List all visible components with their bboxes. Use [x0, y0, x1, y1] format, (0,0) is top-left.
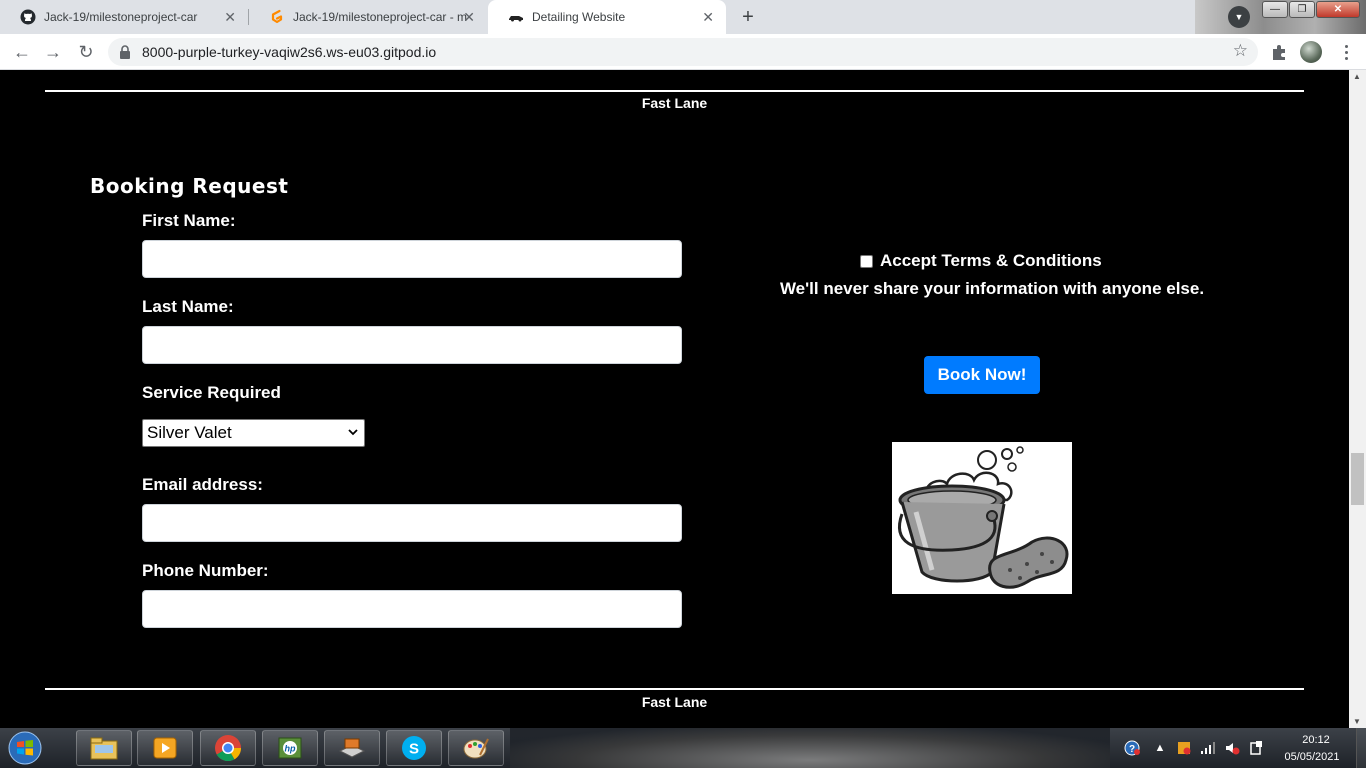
taskbar-scanner[interactable]: [324, 730, 380, 766]
footer-divider: [45, 688, 1304, 690]
action-center-icon[interactable]: [1248, 740, 1264, 756]
chevron-down-icon: [348, 429, 358, 436]
scroll-up-arrow-icon[interactable]: ▲: [1353, 72, 1361, 81]
scanner-icon: [338, 738, 366, 758]
help-icon[interactable]: ?: [1124, 740, 1140, 756]
first-name-label: First Name:: [142, 211, 236, 230]
scrollbar-thumb[interactable]: [1351, 453, 1364, 505]
taskbar-background: [510, 728, 1110, 768]
tab-title: Detailing Website: [532, 10, 626, 24]
tab-detailing-website[interactable]: Detailing Website ✕: [488, 0, 726, 34]
booking-form-title: Booking Request: [90, 174, 289, 198]
service-select[interactable]: Silver Valet: [142, 419, 365, 447]
tab-search-icon[interactable]: ▼: [1228, 6, 1250, 28]
clock-date[interactable]: 05/05/2021: [1280, 751, 1344, 763]
last-name-label: Last Name:: [142, 297, 234, 316]
tab-title: Jack-19/milestoneproject-car: [44, 10, 198, 24]
browser-toolbar: ← → ↻ 8000-purple-turkey-vaqiw2s6.ws-eu0…: [0, 34, 1366, 70]
show-hidden-icons-icon[interactable]: ▲: [1152, 740, 1168, 756]
lock-icon: [120, 45, 130, 59]
terms-row: Accept Terms & Conditions: [860, 251, 1102, 271]
phone-label: Phone Number:: [142, 561, 269, 580]
show-desktop-button[interactable]: [1356, 728, 1366, 768]
taskbar-chrome[interactable]: [200, 730, 256, 766]
phone-input[interactable]: [142, 590, 682, 628]
svg-text:?: ?: [1129, 744, 1135, 755]
forward-button[interactable]: →: [41, 40, 65, 64]
security-alert-icon[interactable]: [1176, 740, 1192, 756]
tab-close-icon[interactable]: ✕: [224, 9, 236, 25]
url-text: 8000-purple-turkey-vaqiw2s6.ws-eu03.gitp…: [142, 44, 437, 60]
gitpod-icon: [269, 9, 285, 25]
email-input[interactable]: [142, 504, 682, 542]
taskbar-media-player[interactable]: [137, 730, 193, 766]
tab-close-icon[interactable]: ✕: [463, 9, 475, 25]
chrome-icon: [215, 735, 242, 762]
start-button[interactable]: [4, 729, 46, 767]
back-button[interactable]: ←: [10, 40, 34, 64]
first-name-input[interactable]: [142, 240, 682, 278]
paint-icon: [463, 738, 489, 759]
taskbar-skype[interactable]: S: [386, 730, 442, 766]
volume-muted-icon[interactable]: [1224, 740, 1240, 756]
hp-icon: hp: [278, 737, 302, 759]
clock-time[interactable]: 20:12: [1296, 734, 1336, 746]
terms-label: Accept Terms & Conditions: [880, 251, 1102, 270]
reload-button[interactable]: ↻: [74, 40, 98, 64]
car-icon: [508, 9, 524, 25]
service-selected-value: Silver Valet: [147, 423, 232, 442]
tab-bar: Jack-19/milestoneproject-car ✕ Jack-19/m…: [0, 0, 1366, 34]
minimize-button[interactable]: —: [1262, 1, 1288, 18]
header-divider: [45, 90, 1304, 92]
close-window-button[interactable]: ✕: [1316, 1, 1360, 18]
skype-icon: S: [402, 736, 426, 760]
extensions-puzzle-icon[interactable]: [1270, 42, 1290, 62]
new-tab-button[interactable]: +: [736, 5, 760, 29]
browser-menu-icon[interactable]: [1336, 42, 1356, 62]
windows-taskbar: hp S ? ▲ 20:12 05/05/2021: [0, 728, 1366, 768]
svg-text:S: S: [409, 741, 419, 758]
taskbar-paint[interactable]: [448, 730, 504, 766]
windows-logo-icon: [8, 731, 42, 765]
last-name-input[interactable]: [142, 326, 682, 364]
svg-text:hp: hp: [285, 744, 296, 754]
scroll-down-arrow-icon[interactable]: ▼: [1353, 717, 1361, 726]
github-icon: [20, 9, 36, 25]
tab-close-icon[interactable]: ✕: [702, 9, 714, 25]
page-scrollbar[interactable]: ▲ ▼: [1349, 70, 1366, 728]
file-explorer-icon: [90, 737, 118, 760]
site-brand: Fast Lane: [641, 95, 708, 111]
tab-github[interactable]: Jack-19/milestoneproject-car ✕: [0, 0, 248, 34]
taskbar-hp[interactable]: hp: [262, 730, 318, 766]
profile-avatar[interactable]: [1300, 41, 1322, 63]
terms-checkbox[interactable]: [860, 254, 873, 268]
book-now-button[interactable]: Book Now!: [924, 356, 1040, 394]
footer-brand: Fast Lane: [641, 694, 708, 710]
taskbar-file-explorer[interactable]: [76, 730, 132, 766]
email-label: Email address:: [142, 475, 263, 494]
privacy-note: We'll never share your information with …: [779, 279, 1205, 298]
bookmark-star-icon[interactable]: ☆: [1233, 41, 1248, 61]
tab-title: Jack-19/milestoneproject-car - m: [293, 10, 468, 24]
address-bar[interactable]: 8000-purple-turkey-vaqiw2s6.ws-eu03.gitp…: [108, 38, 1258, 66]
media-player-icon: [153, 737, 177, 759]
tab-gitpod[interactable]: Jack-19/milestoneproject-car - m ✕: [249, 0, 487, 34]
maximize-button[interactable]: ❐: [1289, 1, 1315, 18]
bucket-sponge-image: [892, 442, 1072, 594]
page-viewport: Fast Lane Booking Request First Name: La…: [0, 70, 1349, 728]
network-signal-icon[interactable]: [1200, 740, 1216, 756]
service-required-label: Service Required: [142, 383, 281, 402]
